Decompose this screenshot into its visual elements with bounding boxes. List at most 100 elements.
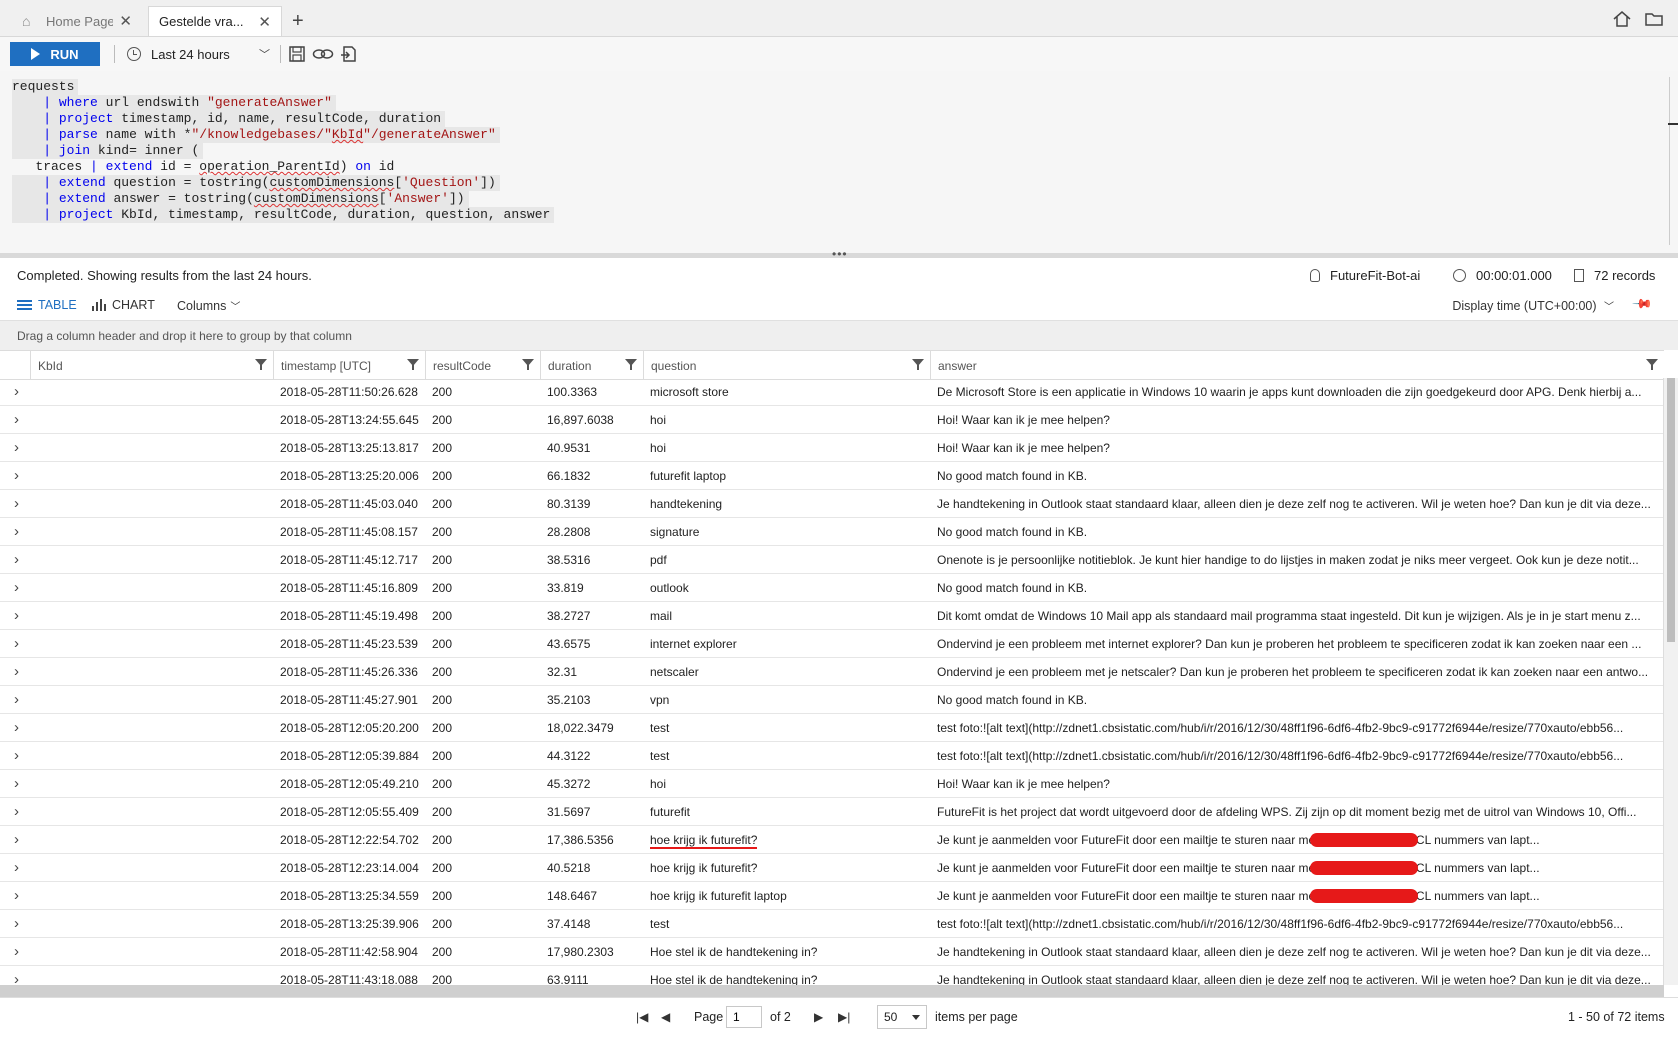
expand-row-icon[interactable]: › xyxy=(14,383,19,400)
filter-icon[interactable] xyxy=(912,359,924,370)
expand-row-icon[interactable]: › xyxy=(14,915,19,932)
table-row[interactable]: › 2018-05-28T13:25:34.559 200 148.6467 hoe k… xyxy=(0,882,1664,910)
play-icon xyxy=(31,48,41,60)
cell-question: hoe krijg ik futurefit? xyxy=(650,861,758,875)
table-row[interactable]: › 2018-05-28T13:25:20.006 200 66.1832 future… xyxy=(0,462,1664,490)
open-folder-icon[interactable] xyxy=(1644,10,1664,28)
table-row[interactable]: › 2018-05-28T11:42:58.904 200 17,980.2303 Ho… xyxy=(0,938,1664,966)
table-row[interactable]: › 2018-05-28T11:45:27.901 200 35.2103 vpn No … xyxy=(0,686,1664,714)
table-row[interactable]: › 2018-05-28T12:22:54.702 200 17,386.5356 ho… xyxy=(0,826,1664,854)
page-number-input[interactable] xyxy=(726,1006,762,1028)
run-button[interactable]: RUN xyxy=(10,42,100,66)
tab-gestelde-vragen[interactable]: Gestelde vra... ✕ xyxy=(148,6,282,36)
first-page-button[interactable]: |◀ xyxy=(636,1010,648,1024)
chart-view-tab[interactable]: CHART xyxy=(92,298,155,312)
time-range-dropdown[interactable]: Last 24 hours ﹀ xyxy=(127,42,270,66)
expand-row-icon[interactable]: › xyxy=(14,579,19,596)
filter-icon[interactable] xyxy=(1646,359,1658,370)
column-header-answer[interactable]: answer xyxy=(930,351,1664,379)
new-tab-icon[interactable]: + xyxy=(292,10,304,33)
page-label: Page xyxy=(694,1010,724,1024)
cell-duration: 17,386.5356 xyxy=(547,833,614,847)
table-row[interactable]: › 2018-05-28T11:43:18.088 200 63.9111 Hoe st… xyxy=(0,966,1664,985)
editor-scrollbar[interactable] xyxy=(1669,77,1670,245)
column-header-question[interactable]: question xyxy=(643,351,930,379)
previous-page-button[interactable]: ◀ xyxy=(661,1010,670,1024)
vertical-scrollbar[interactable] xyxy=(1663,378,1678,985)
table-row[interactable]: › 2018-05-28T13:24:55.645 200 16,897.6038 ho… xyxy=(0,406,1664,434)
scrollbar-thumb[interactable] xyxy=(1667,378,1675,642)
expand-row-icon[interactable]: › xyxy=(14,887,19,904)
close-tab-icon[interactable]: ✕ xyxy=(119,12,132,30)
expand-row-icon[interactable]: › xyxy=(14,691,19,708)
table-view-tab[interactable]: TABLE xyxy=(17,298,77,312)
cell-question: vpn xyxy=(650,693,670,707)
cell-answer: Je handtekening in Outlook staat standaa… xyxy=(937,973,1651,985)
expand-row-icon[interactable]: › xyxy=(14,859,19,876)
expand-row-icon[interactable]: › xyxy=(14,439,19,456)
column-header-timestamp[interactable]: timestamp [UTC] xyxy=(273,351,425,379)
expand-row-icon[interactable]: › xyxy=(14,719,19,736)
expand-row-icon[interactable]: › xyxy=(14,971,19,985)
table-row[interactable]: › 2018-05-28T11:45:16.809 200 33.819 outlook… xyxy=(0,574,1664,602)
expand-row-icon[interactable]: › xyxy=(14,943,19,960)
table-row[interactable]: › 2018-05-28T13:25:39.906 200 37.4148 test te… xyxy=(0,910,1664,938)
expand-row-icon[interactable]: › xyxy=(14,635,19,652)
query-code[interactable]: requests | where url endswith "generateA… xyxy=(12,79,555,223)
columns-dropdown[interactable]: Columns ﹀ xyxy=(177,298,240,314)
table-row[interactable]: › 2018-05-28T11:45:26.336 200 32.31 netscale… xyxy=(0,658,1664,686)
table-row[interactable]: › 2018-05-28T12:05:49.210 200 45.3272 hoi Hoi… xyxy=(0,770,1664,798)
table-row[interactable]: › 2018-05-28T11:45:08.157 200 28.2808 signat… xyxy=(0,518,1664,546)
table-row[interactable]: › 2018-05-28T11:50:26.628 200 100.3363 micro… xyxy=(0,378,1664,406)
group-by-drop-zone[interactable]: Drag a column header and drop it here to… xyxy=(0,320,1678,350)
column-header-duration[interactable]: duration xyxy=(540,351,643,379)
expand-row-icon[interactable]: › xyxy=(14,747,19,764)
filter-icon[interactable] xyxy=(407,359,419,370)
table-row[interactable]: › 2018-05-28T11:45:03.040 200 80.3139 handte… xyxy=(0,490,1664,518)
cell-duration: 31.5697 xyxy=(547,805,591,819)
display-time-dropdown[interactable]: Display time (UTC+00:00) ﹀ xyxy=(1452,298,1614,313)
next-page-button[interactable]: ▶ xyxy=(814,1010,823,1024)
expand-row-icon[interactable]: › xyxy=(14,411,19,428)
expand-row-icon[interactable]: › xyxy=(14,495,19,512)
expand-row-icon[interactable]: › xyxy=(14,523,19,540)
expand-row-icon[interactable]: › xyxy=(14,831,19,848)
table-row[interactable]: › 2018-05-28T11:45:12.717 200 38.5316 pdf One… xyxy=(0,546,1664,574)
expand-row-icon[interactable]: › xyxy=(14,467,19,484)
column-header-resultcode[interactable]: resultCode xyxy=(425,351,540,379)
export-icon[interactable] xyxy=(340,45,358,63)
filter-icon[interactable] xyxy=(625,359,637,370)
column-header-kbid[interactable]: KbId xyxy=(30,351,273,379)
cell-kbid xyxy=(30,658,273,685)
home-nav-icon[interactable] xyxy=(1612,10,1632,28)
table-row[interactable]: › 2018-05-28T11:45:19.498 200 38.2727 mail Di… xyxy=(0,602,1664,630)
close-tab-icon[interactable]: ✕ xyxy=(258,13,271,31)
page-size-select[interactable]: 50 xyxy=(877,1005,927,1029)
last-page-button[interactable]: ▶| xyxy=(838,1010,850,1024)
expand-row-icon[interactable]: › xyxy=(14,607,19,624)
table-row[interactable]: › 2018-05-28T12:05:20.200 200 18,022.3479 te… xyxy=(0,714,1664,742)
cell-kbid xyxy=(30,490,273,517)
run-label: RUN xyxy=(50,46,79,62)
tab-home-page[interactable]: ⌂ Home Page ✕ xyxy=(12,6,142,36)
filter-icon[interactable] xyxy=(255,359,267,370)
expand-row-icon[interactable]: › xyxy=(14,775,19,792)
save-icon[interactable] xyxy=(288,45,306,63)
clock-icon xyxy=(127,47,141,61)
table-row[interactable]: › 2018-05-28T11:45:23.539 200 43.6575 intern… xyxy=(0,630,1664,658)
filter-icon[interactable] xyxy=(522,359,534,370)
expand-row-icon[interactable]: › xyxy=(14,551,19,568)
cell-kbid xyxy=(30,630,273,657)
table-row[interactable]: › 2018-05-28T13:25:13.817 200 40.9531 hoi Hoi… xyxy=(0,434,1664,462)
time-range-value: Last 24 hours xyxy=(151,46,230,62)
query-editor[interactable]: requests | where url endswith "generateA… xyxy=(0,71,1678,253)
splitter-grip-icon[interactable]: ••• xyxy=(832,247,848,261)
expand-row-icon[interactable]: › xyxy=(14,803,19,820)
copy-link-icon[interactable] xyxy=(312,45,334,63)
table-row[interactable]: › 2018-05-28T12:05:39.884 200 44.3122 test te… xyxy=(0,742,1664,770)
table-row[interactable]: › 2018-05-28T12:23:14.004 200 40.5218 hoe kr… xyxy=(0,854,1664,882)
expand-row-icon[interactable]: › xyxy=(14,663,19,680)
cell-timestamp: 2018-05-28T12:23:14.004 xyxy=(280,861,419,875)
horizontal-scrollbar[interactable] xyxy=(0,985,1664,997)
table-row[interactable]: › 2018-05-28T12:05:55.409 200 31.5697 future… xyxy=(0,798,1664,826)
